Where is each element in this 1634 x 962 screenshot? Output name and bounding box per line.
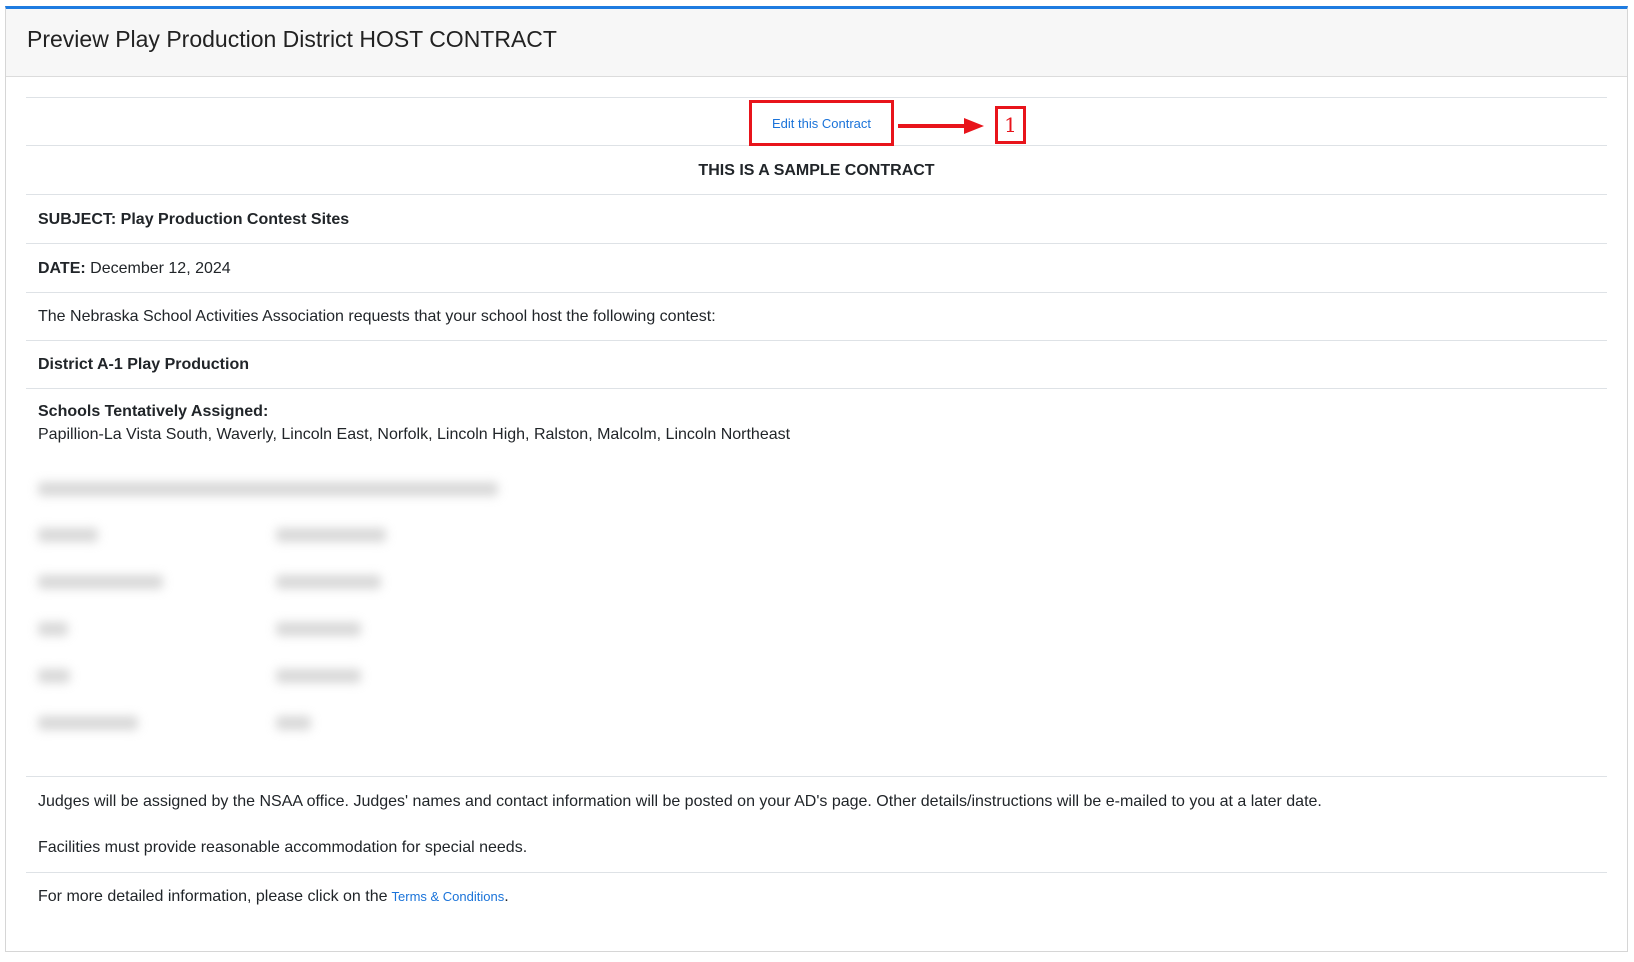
- redacted-details-table: [26, 458, 1607, 776]
- terms-prefix: For more detailed information, please cl…: [38, 888, 388, 905]
- contract-preview-panel: Preview Play Production District HOST CO…: [5, 6, 1628, 952]
- terms-line: For more detailed information, please cl…: [26, 872, 1607, 920]
- date-label: DATE:: [38, 259, 86, 277]
- schools-section: Schools Tentatively Assigned: Papillion-…: [26, 388, 1607, 458]
- schools-list: Papillion-La Vista South, Waverly, Linco…: [38, 426, 791, 443]
- instructions-section: Judges will be assigned by the NSAA offi…: [26, 776, 1607, 872]
- subject-line: SUBJECT: Play Production Contest Sites: [26, 194, 1607, 243]
- edit-row: Edit this Contract 1: [26, 97, 1607, 146]
- date-value: December 12, 2024: [90, 259, 231, 277]
- contest-name: District A-1 Play Production: [26, 340, 1607, 388]
- sample-notice: THIS IS A SAMPLE CONTRACT: [26, 145, 1607, 194]
- annotation-arrow-icon: [898, 118, 984, 134]
- contract-body: Edit this Contract 1 THIS IS A SAMPLE CO…: [26, 97, 1607, 920]
- annotation-callout-number: 1: [995, 106, 1026, 144]
- edit-contract-link[interactable]: Edit this Contract: [772, 112, 871, 135]
- judges-text: Judges will be assigned by the NSAA offi…: [38, 793, 1322, 810]
- schools-heading: Schools Tentatively Assigned:: [38, 403, 269, 420]
- page-title: Preview Play Production District HOST CO…: [27, 26, 557, 52]
- panel-header: Preview Play Production District HOST CO…: [6, 9, 1627, 77]
- terms-conditions-link[interactable]: Terms & Conditions: [392, 885, 505, 908]
- terms-suffix: .: [504, 888, 509, 905]
- edit-highlight-box: Edit this Contract: [749, 100, 894, 146]
- facilities-text: Facilities must provide reasonable accom…: [38, 839, 528, 856]
- date-line: DATE: December 12, 2024: [26, 243, 1607, 292]
- request-text: The Nebraska School Activities Associati…: [26, 292, 1607, 340]
